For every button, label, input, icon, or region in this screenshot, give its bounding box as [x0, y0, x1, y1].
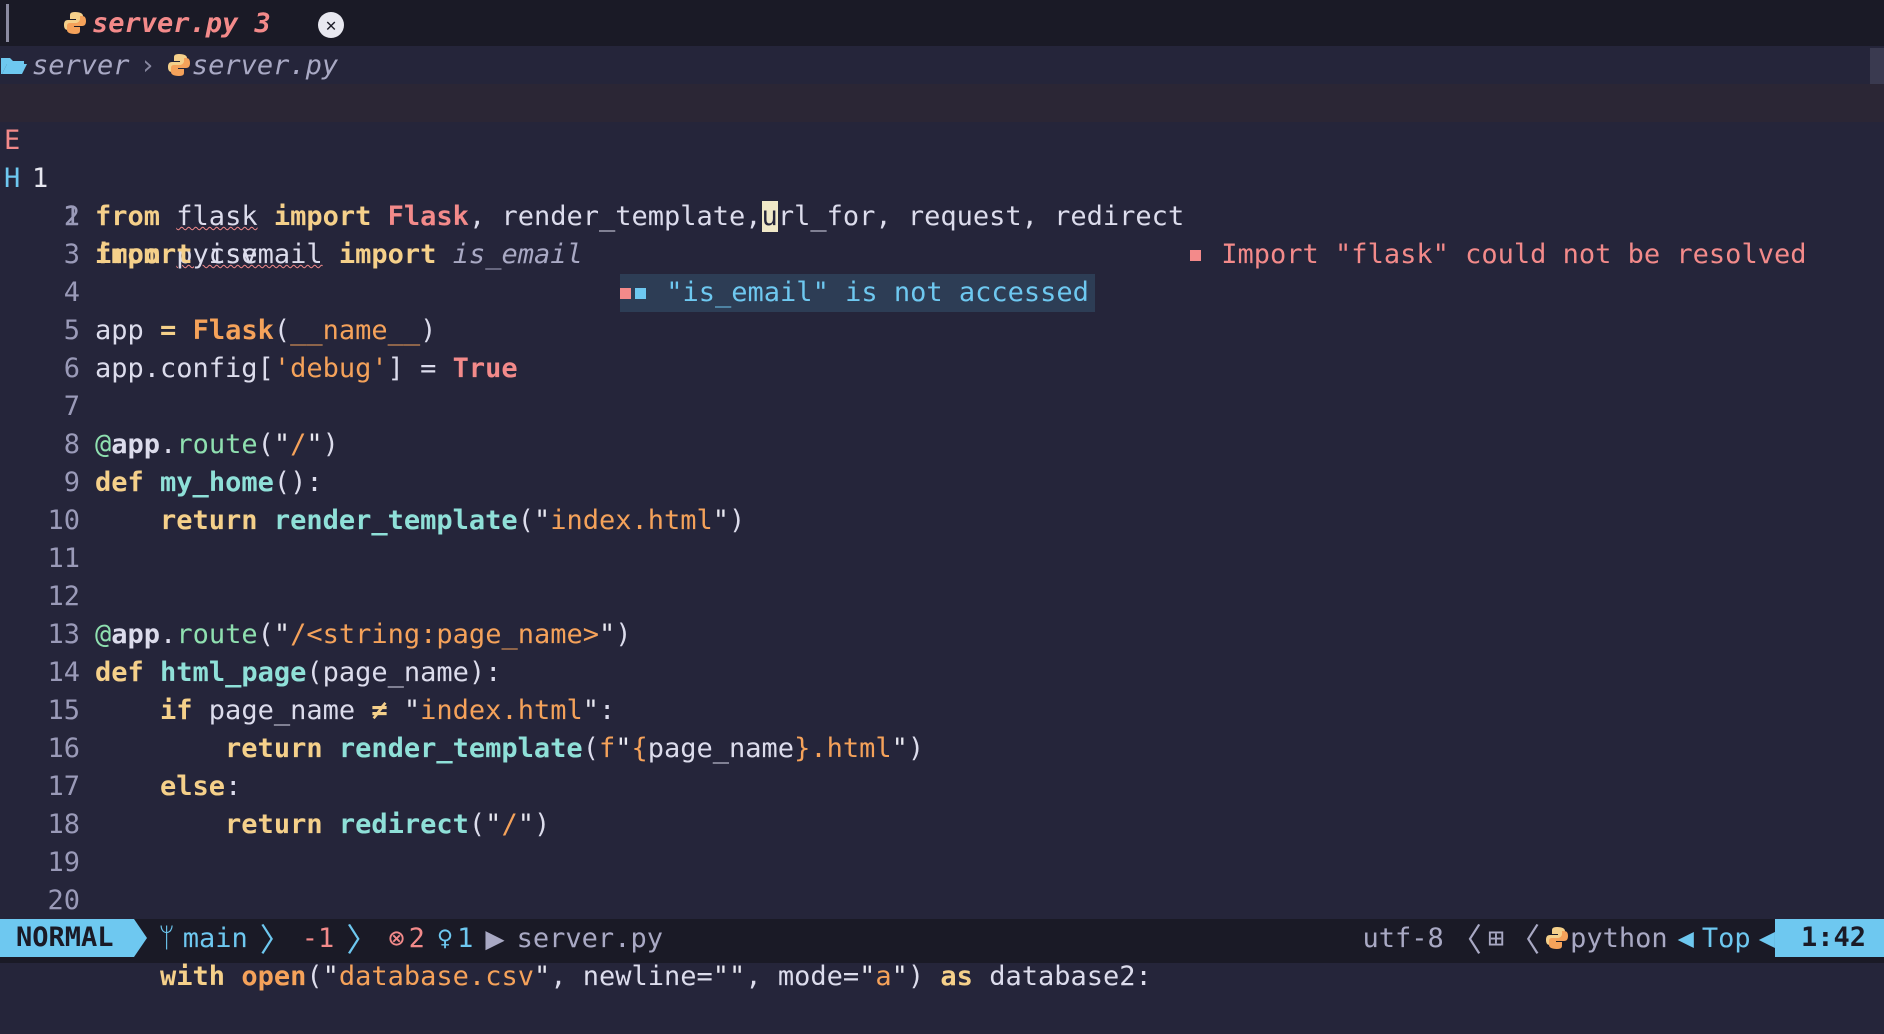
code-editor[interactable]: E 1 from flask import Flask, render_temp… [0, 84, 1884, 992]
code-line[interactable]: 6 [0, 312, 1884, 384]
chevron-left-icon: 〈 [1449, 921, 1482, 959]
chevron-left-icon: 〈 [1508, 921, 1541, 959]
code-line[interactable]: 16 else: [0, 692, 1884, 802]
statusline: NORMAL ᛘ main 〉 -1 〉 ⊗ 2 ♀ 1 ▶ server.py… [0, 919, 1884, 959]
code-line[interactable]: 18 [0, 768, 1884, 840]
chevron-right-icon: 〉 [346, 921, 379, 959]
windows-icon: ⊞ [1487, 922, 1505, 954]
git-diff: -1 [301, 922, 335, 954]
code-line[interactable]: 7 @app.route("/") [0, 350, 1884, 460]
git-branch[interactable]: main [183, 923, 248, 954]
mode-separator-icon [133, 919, 147, 957]
tab-marker [6, 4, 9, 42]
git-branch-icon: ᛘ [158, 922, 175, 954]
code-line[interactable]: 8 def my_home(): [0, 388, 1884, 498]
code-line[interactable]: 5 app.config['debug'] = True [0, 274, 1884, 384]
close-icon[interactable]: ✕ [318, 12, 344, 38]
code-line[interactable]: 12 @app.route("/<string:page_name>") [0, 540, 1884, 650]
scroll-position: Top [1701, 922, 1751, 954]
hint-count[interactable]: 1 [457, 923, 473, 954]
breadcrumb: server › server.py [0, 46, 1884, 84]
code-line[interactable]: 4 app = Flask(__name__) [0, 236, 1884, 346]
encoding: utf-8 [1362, 922, 1444, 954]
separator-left-icon: ◀ [1677, 922, 1694, 954]
code-line[interactable]: 10 [0, 464, 1884, 536]
mode-indicator: NORMAL [0, 919, 134, 957]
filetype: python [1570, 922, 1668, 954]
code-line[interactable]: 9 return render_template("index.html") [0, 426, 1884, 536]
chevron-right-icon: 〉 [259, 921, 292, 959]
code-line[interactable]: 20 def write_to_csv(data): [0, 844, 1884, 954]
separator-left-icon: ◀ [1758, 922, 1775, 954]
statusline-right: utf-8 〈 ⊞ 〈 python ◀ Top ◀ 1:42 [1362, 919, 1884, 959]
code-line[interactable]: 17 return redirect("/") [0, 730, 1884, 840]
tabline: server.py 3 ✕ [0, 0, 1884, 46]
code-line[interactable]: 2 import csv [0, 160, 1884, 270]
code-line[interactable]: 3 [0, 198, 1884, 270]
hint-lightbulb-icon: ♀ [436, 922, 454, 954]
code-line[interactable]: 19 [0, 806, 1884, 878]
command-line[interactable] [0, 957, 1884, 963]
breadcrumb-file[interactable]: server.py [192, 50, 338, 81]
python-icon [167, 54, 190, 76]
tab-server-py[interactable]: server.py 3 [62, 0, 271, 46]
code-line[interactable]: 11 [0, 502, 1884, 574]
separator-icon: ▶ [485, 919, 505, 957]
python-icon [64, 12, 86, 34]
code-line[interactable]: E 1 from flask import Flask, render_temp… [0, 84, 1884, 270]
breadcrumb-folder[interactable]: server [32, 50, 130, 81]
code-line[interactable]: 15 return render_template(f"{page_name}.… [0, 654, 1884, 764]
python-icon [1546, 927, 1569, 949]
scrollbar[interactable] [1870, 48, 1884, 84]
error-count-icon: ⊗ [388, 922, 405, 954]
cursor-position: 1:42 [1774, 919, 1884, 957]
breadcrumb-separator: › [139, 49, 156, 81]
tab-label: server.py 3 [92, 7, 271, 39]
code-line[interactable]: 13 def html_page(page_name): [0, 578, 1884, 688]
status-filename: server.py [516, 922, 663, 954]
error-count[interactable]: 2 [409, 923, 425, 954]
code-text: with open("database.csv", newline="", mo… [160, 961, 1152, 992]
folder-open-icon [1, 58, 27, 74]
code-line[interactable]: 14 if page_name ≠ "index.html": [0, 616, 1884, 726]
code-line[interactable]: H 1 from pyisemail import is_email "is_e… [0, 122, 1884, 312]
